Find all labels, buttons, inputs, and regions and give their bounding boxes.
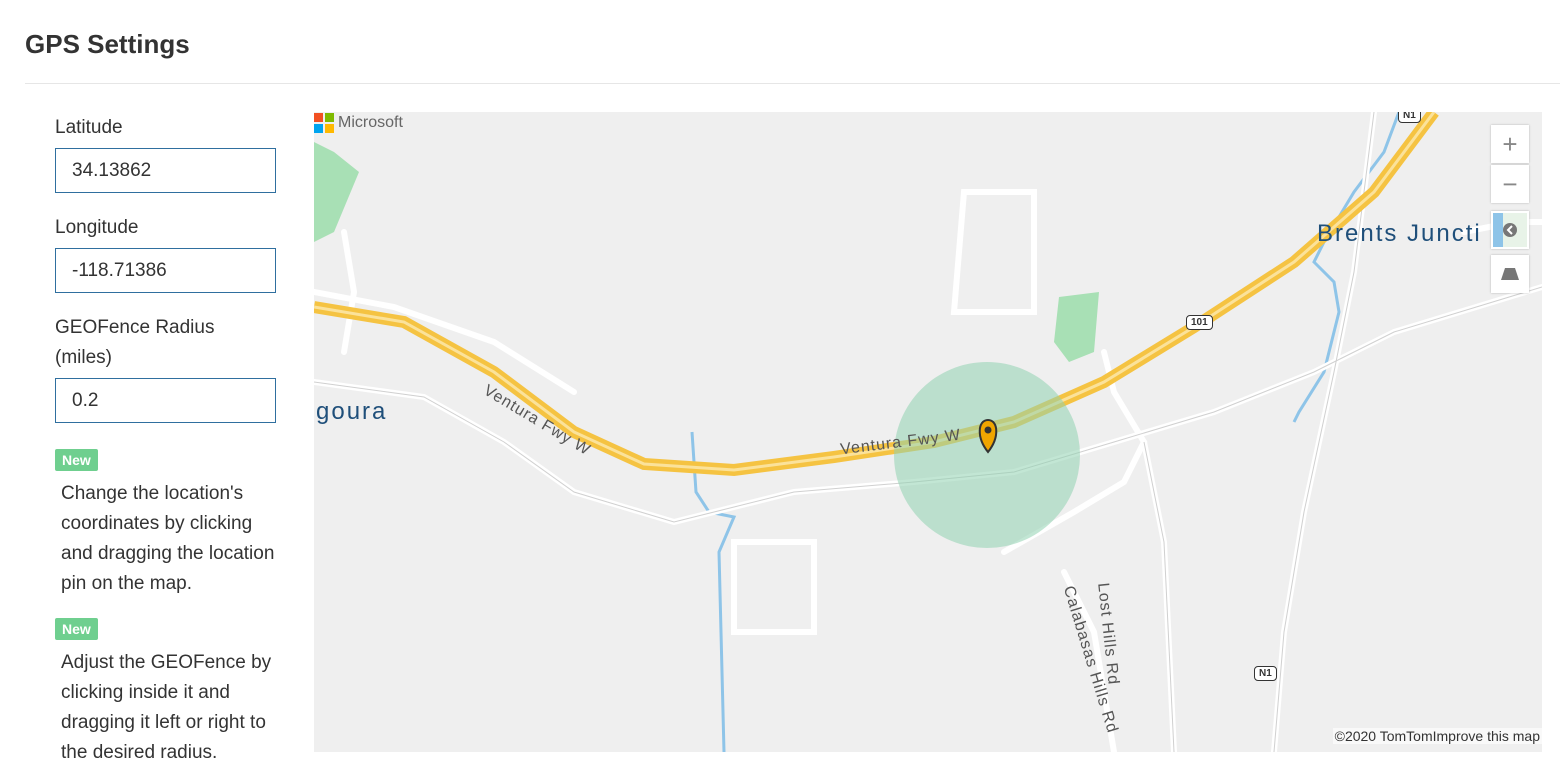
route-shield: N1 bbox=[1254, 666, 1277, 681]
place-label-agoura: goura bbox=[316, 398, 388, 425]
new-badge: New bbox=[55, 449, 98, 471]
latitude-group: Latitude bbox=[55, 113, 276, 193]
longitude-input[interactable] bbox=[55, 248, 276, 293]
tip-text: Adjust the GEOFence by clicking inside i… bbox=[61, 652, 272, 763]
geofence-circle[interactable] bbox=[894, 362, 1080, 548]
zoom-in-button[interactable]: + bbox=[1491, 125, 1529, 163]
page-title: GPS Settings bbox=[25, 29, 190, 59]
tip-text: Change the location's coordinates by cli… bbox=[61, 483, 275, 594]
pitch-button[interactable] bbox=[1491, 255, 1529, 293]
map-style-icon bbox=[1493, 213, 1527, 247]
route-shield: N1 bbox=[1398, 112, 1421, 123]
tip-drag-pin: New Change the location's coordinates by… bbox=[55, 449, 283, 599]
latitude-label: Latitude bbox=[55, 117, 123, 138]
latitude-input[interactable] bbox=[55, 148, 276, 193]
tip-geofence: New Adjust the GEOFence by clicking insi… bbox=[55, 618, 283, 768]
new-badge: New bbox=[55, 618, 98, 640]
map-attribution: ©2020 TomTomImprove this map bbox=[1332, 728, 1542, 744]
pitch-icon bbox=[1501, 268, 1519, 280]
map-view[interactable]: Microsoft Brents Juncti goura Ventura Fw… bbox=[314, 112, 1542, 752]
place-label-brents: Brents Juncti bbox=[1317, 220, 1482, 247]
microsoft-logo-icon bbox=[314, 113, 334, 133]
title-divider bbox=[25, 83, 1560, 84]
zoom-out-button[interactable]: − bbox=[1491, 165, 1529, 203]
copyright-text: ©2020 TomTom bbox=[1334, 728, 1433, 744]
radius-group: GEOFence Radius (miles) bbox=[55, 313, 276, 423]
radius-label: GEOFence Radius (miles) bbox=[55, 317, 215, 368]
map-style-button[interactable] bbox=[1491, 211, 1529, 249]
improve-map-link[interactable]: Improve this map bbox=[1433, 728, 1540, 744]
route-shield: 101 bbox=[1186, 315, 1213, 330]
longitude-group: Longitude bbox=[55, 213, 276, 293]
map-provider-text: Microsoft bbox=[338, 114, 403, 131]
longitude-label: Longitude bbox=[55, 217, 139, 238]
microsoft-logo: Microsoft bbox=[314, 113, 403, 133]
radius-input[interactable] bbox=[55, 378, 276, 423]
